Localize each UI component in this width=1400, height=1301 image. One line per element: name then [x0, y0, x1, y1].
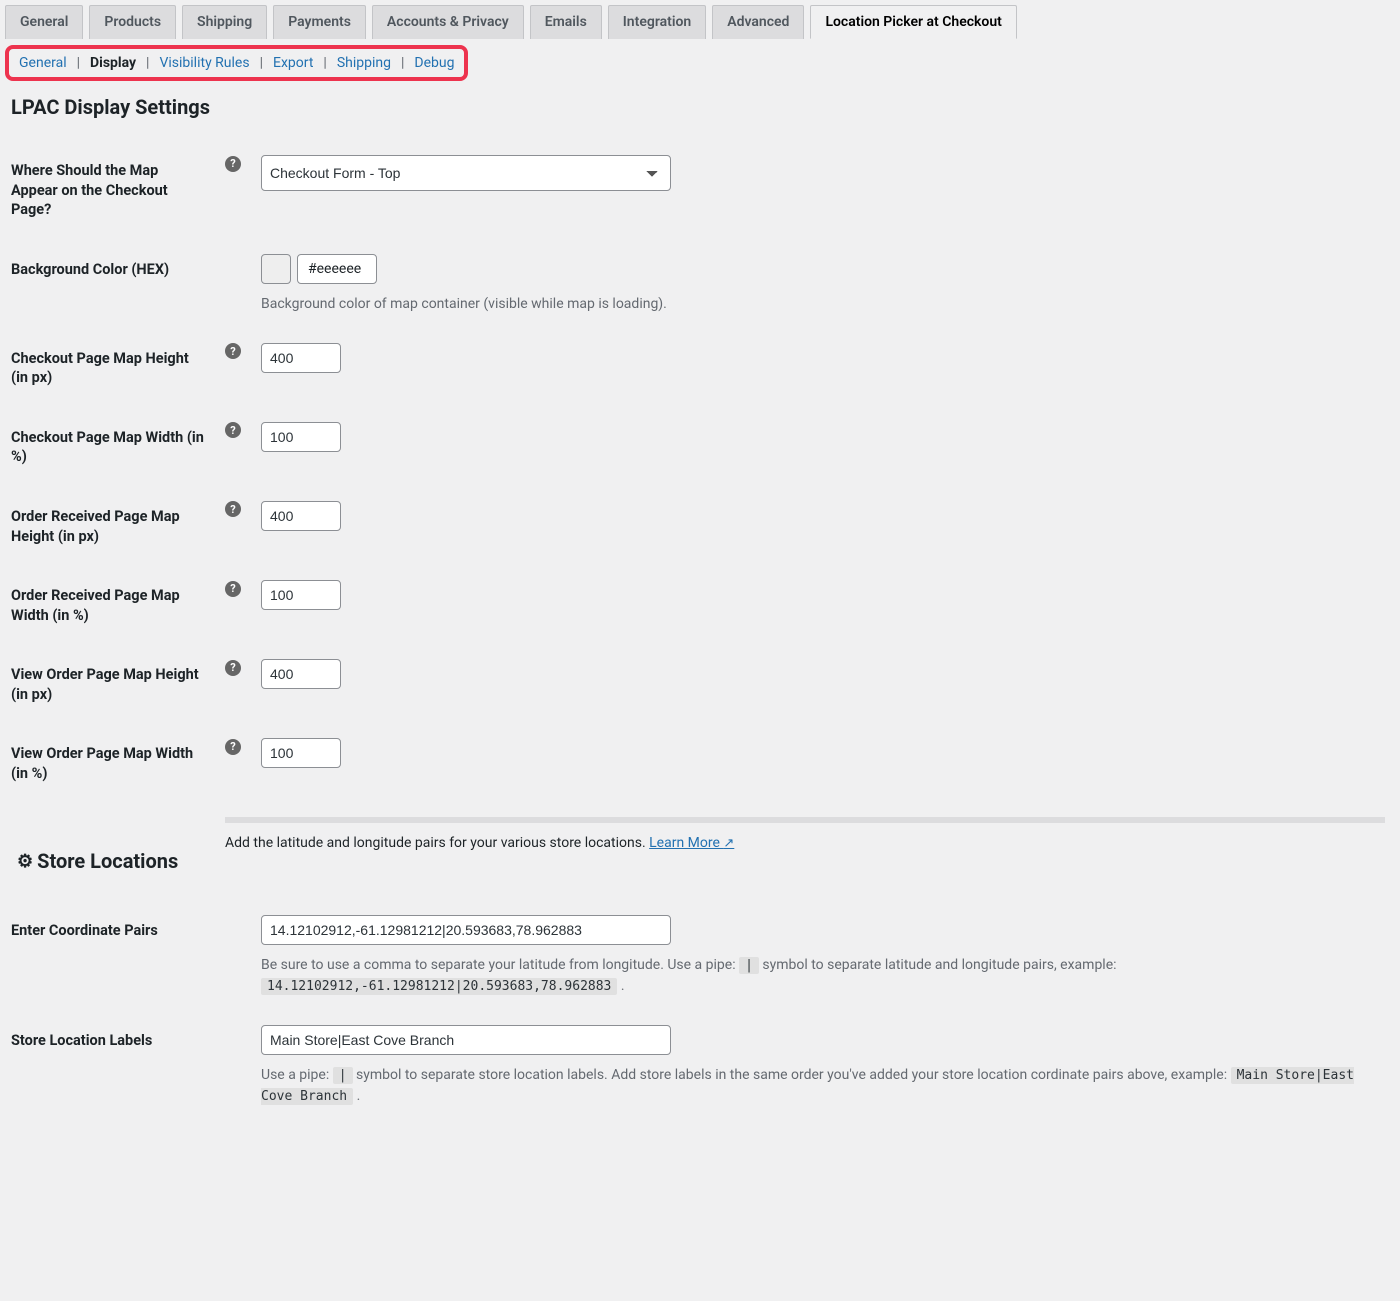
- subnav-display[interactable]: Display: [90, 55, 136, 71]
- primary-tabs: General Products Shipping Payments Accou…: [5, 5, 1395, 39]
- store-labels-desc: Use a pipe: | symbol to separate store l…: [261, 1065, 1385, 1107]
- subnav-highlight: General | Display | Visibility Rules | E…: [5, 45, 468, 81]
- subnav-general[interactable]: General: [19, 55, 67, 71]
- help-icon[interactable]: ?: [225, 343, 241, 359]
- help-icon[interactable]: ?: [225, 501, 241, 517]
- subnav-separator: |: [260, 55, 263, 71]
- tab-accounts[interactable]: Accounts & Privacy: [372, 5, 524, 39]
- subnav-separator: |: [323, 55, 326, 71]
- subnav-separator: |: [77, 55, 80, 71]
- page-title: LPAC Display Settings: [11, 95, 1395, 119]
- subnav-separator: |: [146, 55, 149, 71]
- label-map-position: Where Should the Map Appear on the Check…: [5, 141, 215, 240]
- order-received-width-input[interactable]: [261, 580, 341, 610]
- subnav-export[interactable]: Export: [273, 55, 313, 71]
- order-received-height-input[interactable]: [261, 501, 341, 531]
- coord-pairs-input[interactable]: [261, 915, 671, 945]
- view-order-height-input[interactable]: [261, 659, 341, 689]
- label-order-received-height: Order Received Page Map Height (in px): [5, 487, 215, 566]
- help-icon[interactable]: ?: [225, 156, 241, 172]
- tab-advanced[interactable]: Advanced: [712, 5, 804, 39]
- label-coord-pairs: Enter Coordinate Pairs: [5, 901, 215, 1011]
- map-position-select[interactable]: Checkout Form - Top: [261, 155, 671, 191]
- label-store-labels: Store Location Labels: [5, 1011, 215, 1121]
- view-order-width-input[interactable]: [261, 738, 341, 768]
- help-icon[interactable]: ?: [225, 581, 241, 597]
- checkout-width-input[interactable]: [261, 422, 341, 452]
- store-locations-heading: Store Locations: [17, 847, 205, 874]
- help-icon[interactable]: ?: [225, 660, 241, 676]
- bg-color-swatch[interactable]: [261, 254, 291, 284]
- label-order-received-width: Order Received Page Map Width (in %): [5, 566, 215, 645]
- tab-payments[interactable]: Payments: [273, 5, 366, 39]
- tab-general[interactable]: General: [5, 5, 83, 39]
- section-divider: [225, 817, 1385, 823]
- tab-lpac[interactable]: Location Picker at Checkout: [810, 5, 1016, 39]
- tab-integration[interactable]: Integration: [608, 5, 706, 39]
- store-labels-input[interactable]: [261, 1025, 671, 1055]
- learn-more-link[interactable]: Learn More: [649, 835, 734, 851]
- label-bg-color: Background Color (HEX): [5, 240, 215, 329]
- coord-pairs-desc: Be sure to use a comma to separate your …: [261, 955, 1385, 997]
- tab-emails[interactable]: Emails: [530, 5, 602, 39]
- subnav-debug[interactable]: Debug: [414, 55, 454, 71]
- subnav-separator: |: [401, 55, 404, 71]
- gear-icon: [17, 847, 33, 874]
- label-checkout-width: Checkout Page Map Width (in %): [5, 408, 215, 487]
- subnav-shipping[interactable]: Shipping: [337, 55, 391, 71]
- help-icon[interactable]: ?: [225, 739, 241, 755]
- tab-products[interactable]: Products: [89, 5, 176, 39]
- label-checkout-height: Checkout Page Map Height (in px): [5, 329, 215, 408]
- label-view-order-width: View Order Page Map Width (in %): [5, 724, 215, 803]
- bg-color-input[interactable]: #eeeeee: [297, 254, 377, 284]
- bg-color-desc: Background color of map container (visib…: [261, 294, 1385, 315]
- subnav-visibility[interactable]: Visibility Rules: [159, 55, 249, 71]
- help-icon[interactable]: ?: [225, 422, 241, 438]
- store-locations-intro: Add the latitude and longitude pairs for…: [225, 835, 649, 851]
- tab-shipping[interactable]: Shipping: [182, 5, 267, 39]
- checkout-height-input[interactable]: [261, 343, 341, 373]
- label-view-order-height: View Order Page Map Height (in px): [5, 645, 215, 724]
- subnav: General | Display | Visibility Rules | E…: [19, 55, 454, 71]
